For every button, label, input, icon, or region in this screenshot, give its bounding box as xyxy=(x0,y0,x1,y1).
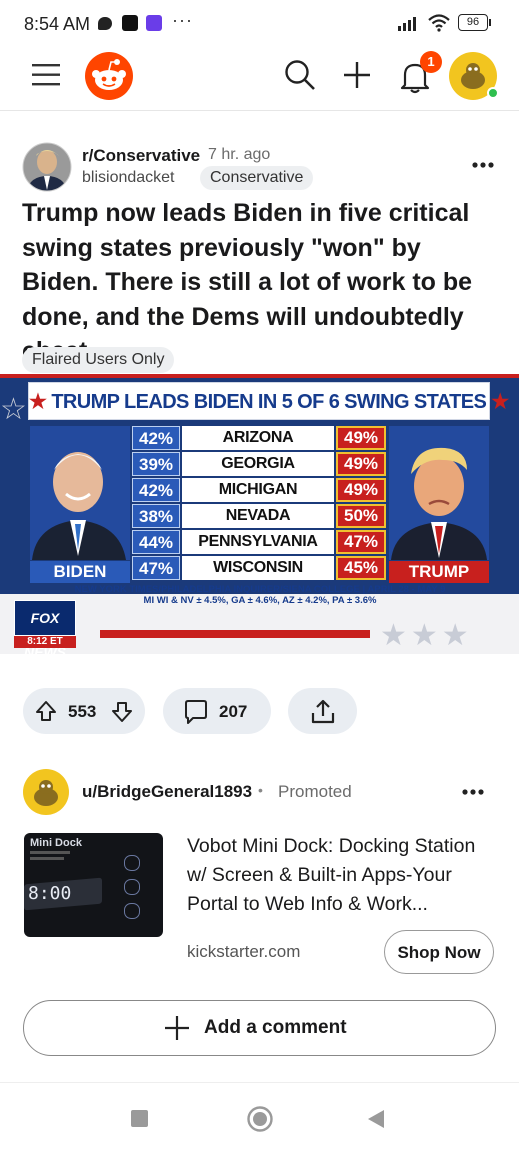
plus-icon xyxy=(165,1016,189,1040)
post-image[interactable]: ★★★ ☆ ★ TRUMP LEADS BIDEN IN 5 OF 6 SWIN… xyxy=(0,374,519,654)
thumb-title: Mini Dock xyxy=(30,837,82,849)
trump-percent: 49% xyxy=(336,478,386,502)
poll-row: 42% ARIZONA 49% xyxy=(132,426,386,450)
poll-row: 39% GEORGIA 49% xyxy=(132,452,386,476)
trump-label: TRUMP xyxy=(389,561,489,583)
battery-tip xyxy=(489,19,491,26)
subreddit-avatar[interactable] xyxy=(22,142,72,192)
trump-percent: 50% xyxy=(336,504,386,528)
comments-button[interactable]: 207 xyxy=(163,688,271,734)
headline-text: TRUMP LEADS BIDEN IN 5 OF 6 SWING STATES xyxy=(51,391,487,413)
upvote-icon[interactable] xyxy=(35,700,57,722)
share-icon xyxy=(311,699,335,724)
trump-portrait xyxy=(389,426,489,560)
reddit-logo-icon[interactable] xyxy=(84,51,134,101)
trump-percent: 49% xyxy=(336,426,386,450)
create-post-icon[interactable] xyxy=(342,60,372,90)
thumb-clock: 8:00 xyxy=(28,883,72,904)
state-name: PENNSYLVANIA xyxy=(182,530,334,554)
recent-apps-icon[interactable] xyxy=(131,1110,148,1127)
post-author[interactable]: blisiondacket xyxy=(82,169,175,187)
state-name: ARIZONA xyxy=(182,426,334,450)
app-bar: 1 xyxy=(0,48,519,111)
star-left-decoration-icon: ☆ xyxy=(0,393,27,426)
app-icon xyxy=(122,15,138,31)
image-red-bar xyxy=(100,630,370,638)
headline-star-right-icon: ★ xyxy=(491,391,509,413)
thumb-feature-icon-2 xyxy=(124,879,140,895)
headline-star-left-icon: ★ xyxy=(29,391,47,413)
search-icon[interactable] xyxy=(284,59,316,91)
broadcast-time: 8:12 ET xyxy=(14,636,76,648)
ad-domain[interactable]: kickstarter.com xyxy=(187,942,300,962)
vote-pill: 553 xyxy=(23,688,145,734)
poll-table: 42% ARIZONA 49% 39% GEORGIA 49% 42% MICHIGAN 49%… xyxy=(132,426,386,582)
status-time: 8:54 AM xyxy=(24,14,91,34)
notification-badge: 1 xyxy=(420,51,442,73)
advertiser-avatar[interactable] xyxy=(22,768,70,816)
post-title[interactable]: Trump now leads Biden in five critical s… xyxy=(22,196,500,369)
poll-margins: MI WI & NV ± 4.5%, GA ± 4.6%, AZ ± 4.2%,… xyxy=(143,595,377,606)
fox-news-logo: FOX NEWS xyxy=(14,600,76,654)
post-age: 7 hr. ago xyxy=(208,146,271,163)
trump-percent: 47% xyxy=(336,530,386,554)
more-notifications-icon: ··· xyxy=(172,10,193,30)
ad-separator: • xyxy=(258,782,263,798)
thumb-feature-icon-1 xyxy=(124,855,140,871)
upvote-count: 553 xyxy=(68,702,97,721)
biden-percent: 44% xyxy=(132,530,180,554)
back-icon[interactable] xyxy=(366,1109,386,1129)
image-top-stripe xyxy=(0,374,519,378)
biden-percent: 39% xyxy=(132,452,180,476)
share-button[interactable] xyxy=(288,688,357,734)
thumb-feature-icon-3 xyxy=(124,903,140,919)
biden-percent: 47% xyxy=(132,556,180,580)
thumb-subtitle-line-2 xyxy=(30,857,64,860)
more-options-icon[interactable] xyxy=(472,160,494,170)
comment-count: 207 xyxy=(219,702,248,721)
trump-percent: 45% xyxy=(336,556,386,580)
state-name: NEVADA xyxy=(182,504,334,528)
add-comment-label: Add a comment xyxy=(204,1017,347,1038)
ad-more-options-icon[interactable] xyxy=(462,787,484,797)
add-comment-button[interactable]: Add a comment xyxy=(23,1000,496,1056)
thumb-subtitle-line xyxy=(30,851,70,854)
poll-source: NEW YORK TIMES/PHILADELPHIA INQUIRER/SIE… xyxy=(74,584,446,595)
downvote-icon[interactable] xyxy=(111,701,133,723)
menu-icon[interactable] xyxy=(32,63,60,87)
ad-headline[interactable]: Vobot Mini Dock: Docking Station w/ Scre… xyxy=(187,832,497,919)
biden-portrait xyxy=(30,426,130,560)
post-flair: Flaired Users Only xyxy=(22,347,175,373)
trump-percent: 49% xyxy=(336,452,386,476)
biden-label: BIDEN xyxy=(30,561,130,583)
poll-row: 38% NEVADA 50% xyxy=(132,504,386,528)
graphic-headline: ★ TRUMP LEADS BIDEN IN 5 OF 6 SWING STAT… xyxy=(28,382,509,420)
biden-percent: 42% xyxy=(132,426,180,450)
subreddit-name[interactable]: r/Conservative xyxy=(82,146,200,166)
wifi-icon xyxy=(428,14,450,32)
ad-thumbnail[interactable]: Mini Dock 8:00 xyxy=(24,833,163,937)
shop-now-button[interactable]: Shop Now xyxy=(384,930,494,974)
user-avatar[interactable] xyxy=(449,52,499,102)
advertiser-name[interactable]: u/BridgeGeneral1893 xyxy=(82,782,252,802)
poll-row: 42% MICHIGAN 49% xyxy=(132,478,386,502)
biden-percent: 42% xyxy=(132,478,180,502)
comment-icon xyxy=(185,700,207,724)
home-icon[interactable] xyxy=(246,1105,274,1133)
stars-decoration-icon: ★★★ xyxy=(380,619,473,652)
poll-row: 44% PENNSYLVANIA 47% xyxy=(132,530,386,554)
signal-icon xyxy=(398,17,416,31)
status-bar: 8:54 AM ··· 96 xyxy=(0,0,519,48)
chat-bubble-icon xyxy=(98,17,112,30)
state-name: MICHIGAN xyxy=(182,478,334,502)
state-name: WISCONSIN xyxy=(182,556,334,580)
app-store-icon xyxy=(146,15,162,31)
author-flair: Conservative xyxy=(200,166,314,190)
state-name: GEORGIA xyxy=(182,452,334,476)
battery-icon: 96 xyxy=(458,14,488,31)
system-nav-bar xyxy=(0,1082,519,1153)
promoted-label: Promoted xyxy=(278,782,352,801)
biden-percent: 38% xyxy=(132,504,180,528)
poll-row: 47% WISCONSIN 45% xyxy=(132,556,386,580)
